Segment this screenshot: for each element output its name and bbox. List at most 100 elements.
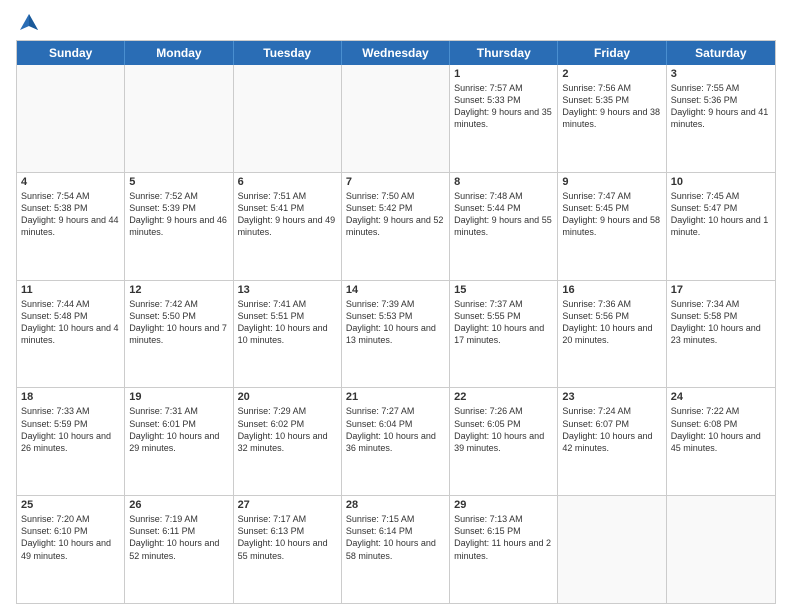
cell-info: Sunrise: 7:45 AMSunset: 5:47 PMDaylight:… xyxy=(671,190,771,239)
calendar-cell-1-3: 7 Sunrise: 7:50 AMSunset: 5:42 PMDaylight… xyxy=(342,173,450,280)
calendar-cell-4-3: 28 Sunrise: 7:15 AMSunset: 6:14 PMDayligh… xyxy=(342,496,450,603)
day-number: 12 xyxy=(129,284,228,296)
calendar-cell-1-5: 9Sunrise: 7:47 AMSunset: 5:45 PMDaylight… xyxy=(558,173,666,280)
day-number: 3 xyxy=(671,68,771,80)
cell-info: Sunrise: 7:56 AMSunset: 5:35 PMDaylight:… xyxy=(562,82,661,131)
day-number: 29 xyxy=(454,499,553,511)
cell-info: Sunrise: 7:31 AMSunset: 6:01 PMDaylight:… xyxy=(129,405,228,454)
cell-info: Sunrise: 7:26 AMSunset: 6:05 PMDaylight:… xyxy=(454,405,553,454)
calendar-cell-4-2: 27 Sunrise: 7:17 AMSunset: 6:13 PMDayligh… xyxy=(234,496,342,603)
cell-info: Sunrise: 7:41 AMSunset: 5:51 PMDaylight:… xyxy=(238,298,337,347)
calendar-cell-4-4: 29 Sunrise: 7:13 AMSunset: 6:15 PMDayligh… xyxy=(450,496,558,603)
cell-info: Sunrise: 7:24 AMSunset: 6:07 PMDaylight:… xyxy=(562,405,661,454)
cell-info: Sunrise: 7:33 AMSunset: 5:59 PMDaylight:… xyxy=(21,405,120,454)
cell-info: Sunrise: 7:57 AMSunset: 5:33 PMDaylight:… xyxy=(454,82,553,131)
calendar-cell-4-6 xyxy=(667,496,775,603)
day-number: 7 xyxy=(346,176,445,188)
calendar-body: 1 Sunrise: 7:57 AMSunset: 5:33 PMDaylight… xyxy=(17,65,775,603)
header-day-sunday: Sunday xyxy=(17,41,125,65)
day-number: 13 xyxy=(238,284,337,296)
day-number: 22 xyxy=(454,391,553,403)
calendar-row-3: 18 Sunrise: 7:33 AMSunset: 5:59 PMDayligh… xyxy=(17,387,775,495)
calendar-cell-3-6: 24Sunrise: 7:22 AMSunset: 6:08 PMDayligh… xyxy=(667,388,775,495)
calendar-cell-0-2 xyxy=(234,65,342,172)
day-number: 16 xyxy=(562,284,661,296)
calendar-cell-2-0: 11 Sunrise: 7:44 AMSunset: 5:48 PMDayligh… xyxy=(17,281,125,388)
calendar-cell-0-0 xyxy=(17,65,125,172)
cell-info: Sunrise: 7:44 AMSunset: 5:48 PMDaylight:… xyxy=(21,298,120,347)
calendar-cell-3-2: 20 Sunrise: 7:29 AMSunset: 6:02 PMDayligh… xyxy=(234,388,342,495)
day-number: 2 xyxy=(562,68,661,80)
cell-info: Sunrise: 7:29 AMSunset: 6:02 PMDaylight:… xyxy=(238,405,337,454)
header-day-thursday: Thursday xyxy=(450,41,558,65)
day-number: 9 xyxy=(562,176,661,188)
day-number: 20 xyxy=(238,391,337,403)
calendar-row-0: 1 Sunrise: 7:57 AMSunset: 5:33 PMDaylight… xyxy=(17,65,775,172)
header-day-wednesday: Wednesday xyxy=(342,41,450,65)
calendar-cell-4-5 xyxy=(558,496,666,603)
day-number: 14 xyxy=(346,284,445,296)
calendar-cell-4-0: 25 Sunrise: 7:20 AMSunset: 6:10 PMDayligh… xyxy=(17,496,125,603)
day-number: 6 xyxy=(238,176,337,188)
day-number: 27 xyxy=(238,499,337,511)
calendar-cell-3-1: 19 Sunrise: 7:31 AMSunset: 6:01 PMDayligh… xyxy=(125,388,233,495)
calendar: SundayMondayTuesdayWednesdayThursdayFrid… xyxy=(16,40,776,604)
cell-info: Sunrise: 7:17 AMSunset: 6:13 PMDaylight:… xyxy=(238,513,337,562)
calendar-cell-1-6: 10Sunrise: 7:45 AMSunset: 5:47 PMDayligh… xyxy=(667,173,775,280)
calendar-cell-3-4: 22 Sunrise: 7:26 AMSunset: 6:05 PMDayligh… xyxy=(450,388,558,495)
logo-icon xyxy=(18,12,40,34)
day-number: 8 xyxy=(454,176,553,188)
calendar-row-1: 4 Sunrise: 7:54 AMSunset: 5:38 PMDaylight… xyxy=(17,172,775,280)
calendar-cell-3-0: 18 Sunrise: 7:33 AMSunset: 5:59 PMDayligh… xyxy=(17,388,125,495)
calendar-cell-2-4: 15 Sunrise: 7:37 AMSunset: 5:55 PMDayligh… xyxy=(450,281,558,388)
day-number: 21 xyxy=(346,391,445,403)
day-number: 26 xyxy=(129,499,228,511)
day-number: 15 xyxy=(454,284,553,296)
day-number: 4 xyxy=(21,176,120,188)
cell-info: Sunrise: 7:13 AMSunset: 6:15 PMDaylight:… xyxy=(454,513,553,562)
header xyxy=(16,12,776,34)
header-day-friday: Friday xyxy=(558,41,666,65)
cell-info: Sunrise: 7:42 AMSunset: 5:50 PMDaylight:… xyxy=(129,298,228,347)
cell-info: Sunrise: 7:39 AMSunset: 5:53 PMDaylight:… xyxy=(346,298,445,347)
cell-info: Sunrise: 7:15 AMSunset: 6:14 PMDaylight:… xyxy=(346,513,445,562)
cell-info: Sunrise: 7:20 AMSunset: 6:10 PMDaylight:… xyxy=(21,513,120,562)
day-number: 25 xyxy=(21,499,120,511)
cell-info: Sunrise: 7:22 AMSunset: 6:08 PMDaylight:… xyxy=(671,405,771,454)
cell-info: Sunrise: 7:50 AMSunset: 5:42 PMDaylight:… xyxy=(346,190,445,239)
cell-info: Sunrise: 7:34 AMSunset: 5:58 PMDaylight:… xyxy=(671,298,771,347)
calendar-cell-1-0: 4 Sunrise: 7:54 AMSunset: 5:38 PMDaylight… xyxy=(17,173,125,280)
cell-info: Sunrise: 7:37 AMSunset: 5:55 PMDaylight:… xyxy=(454,298,553,347)
calendar-row-4: 25 Sunrise: 7:20 AMSunset: 6:10 PMDayligh… xyxy=(17,495,775,603)
cell-info: Sunrise: 7:51 AMSunset: 5:41 PMDaylight:… xyxy=(238,190,337,239)
cell-info: Sunrise: 7:55 AMSunset: 5:36 PMDaylight:… xyxy=(671,82,771,131)
calendar-cell-1-1: 5Sunrise: 7:52 AMSunset: 5:39 PMDaylight… xyxy=(125,173,233,280)
calendar-cell-0-6: 3 Sunrise: 7:55 AMSunset: 5:36 PMDaylight… xyxy=(667,65,775,172)
day-number: 19 xyxy=(129,391,228,403)
calendar-cell-0-1 xyxy=(125,65,233,172)
cell-info: Sunrise: 7:54 AMSunset: 5:38 PMDaylight:… xyxy=(21,190,120,239)
cell-info: Sunrise: 7:36 AMSunset: 5:56 PMDaylight:… xyxy=(562,298,661,347)
header-day-tuesday: Tuesday xyxy=(234,41,342,65)
day-number: 23 xyxy=(562,391,661,403)
calendar-cell-4-1: 26Sunrise: 7:19 AMSunset: 6:11 PMDayligh… xyxy=(125,496,233,603)
calendar-cell-2-2: 13 Sunrise: 7:41 AMSunset: 5:51 PMDayligh… xyxy=(234,281,342,388)
calendar-cell-2-6: 17 Sunrise: 7:34 AMSunset: 5:58 PMDayligh… xyxy=(667,281,775,388)
day-number: 5 xyxy=(129,176,228,188)
cell-info: Sunrise: 7:48 AMSunset: 5:44 PMDaylight:… xyxy=(454,190,553,239)
day-number: 17 xyxy=(671,284,771,296)
logo xyxy=(16,12,40,34)
calendar-cell-0-5: 2 Sunrise: 7:56 AMSunset: 5:35 PMDaylight… xyxy=(558,65,666,172)
calendar-cell-1-2: 6 Sunrise: 7:51 AMSunset: 5:41 PMDaylight… xyxy=(234,173,342,280)
calendar-cell-3-5: 23 Sunrise: 7:24 AMSunset: 6:07 PMDayligh… xyxy=(558,388,666,495)
day-number: 18 xyxy=(21,391,120,403)
calendar-cell-2-1: 12 Sunrise: 7:42 AMSunset: 5:50 PMDayligh… xyxy=(125,281,233,388)
day-number: 11 xyxy=(21,284,120,296)
day-number: 1 xyxy=(454,68,553,80)
calendar-row-2: 11 Sunrise: 7:44 AMSunset: 5:48 PMDayligh… xyxy=(17,280,775,388)
day-number: 28 xyxy=(346,499,445,511)
calendar-cell-0-3 xyxy=(342,65,450,172)
page: SundayMondayTuesdayWednesdayThursdayFrid… xyxy=(0,0,792,612)
calendar-cell-2-3: 14 Sunrise: 7:39 AMSunset: 5:53 PMDayligh… xyxy=(342,281,450,388)
calendar-cell-1-4: 8 Sunrise: 7:48 AMSunset: 5:44 PMDaylight… xyxy=(450,173,558,280)
